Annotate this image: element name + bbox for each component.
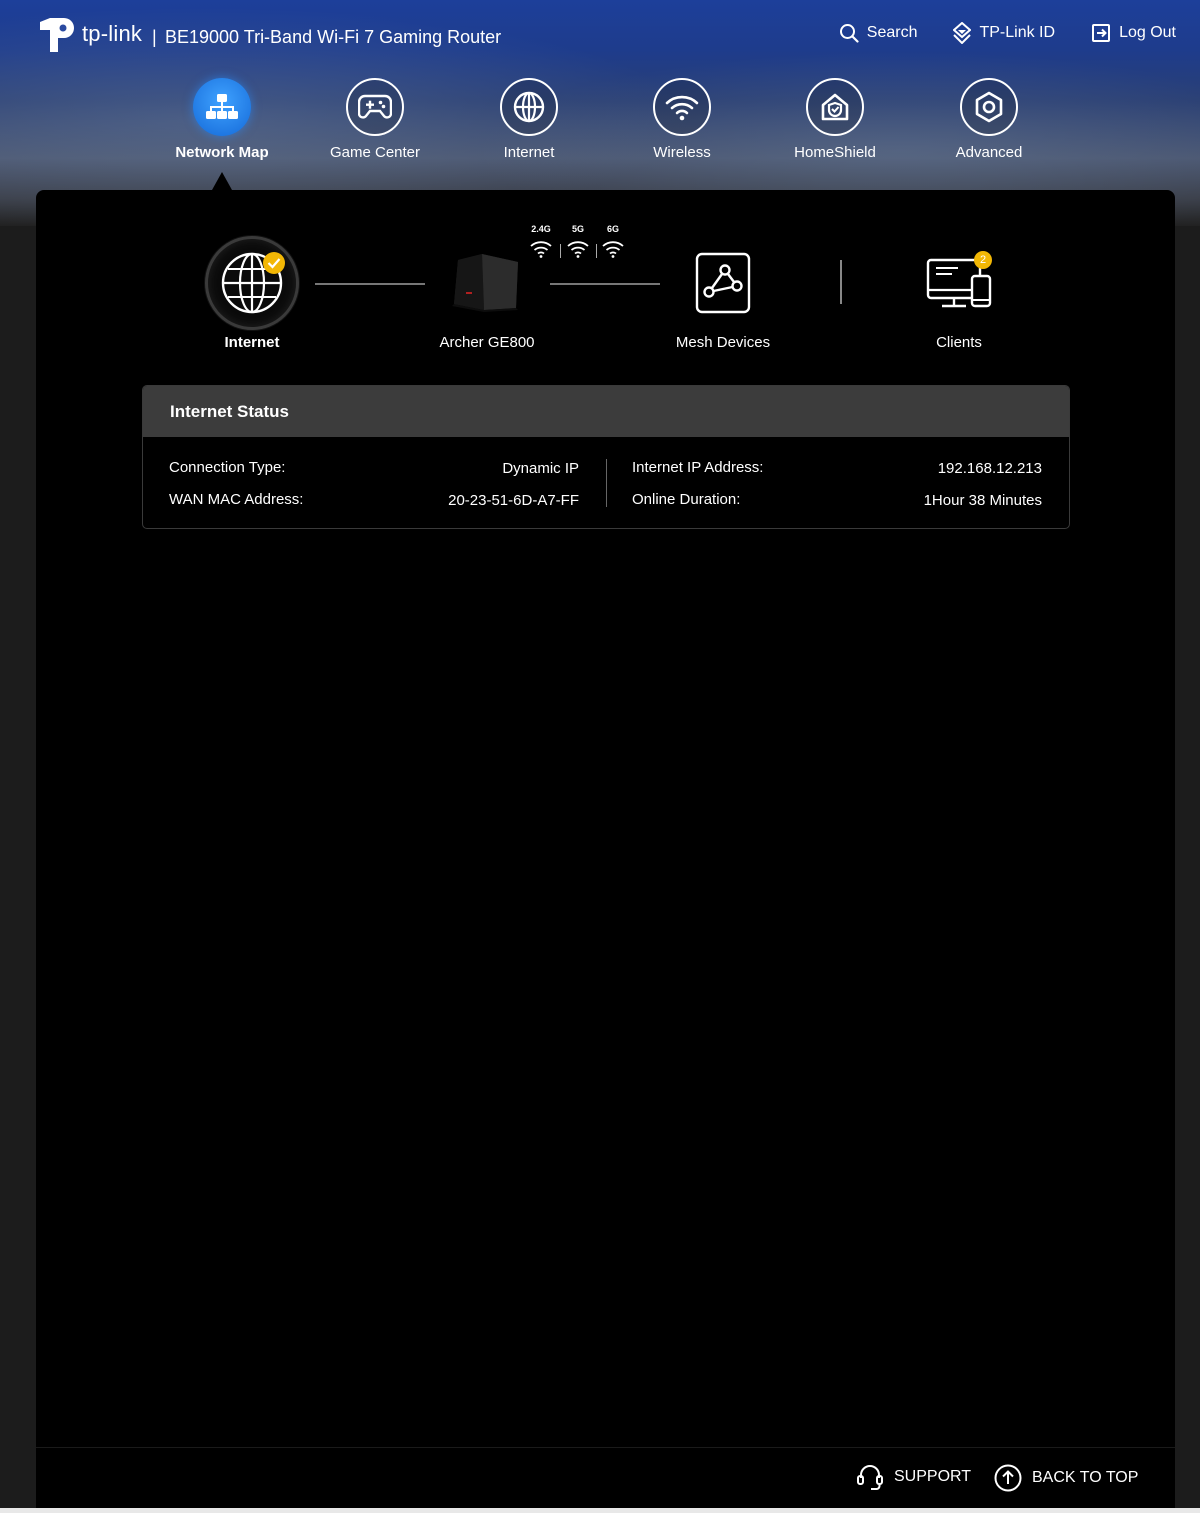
arrow-up-circle-icon xyxy=(994,1464,1022,1492)
internet-status-title: Internet Status xyxy=(143,386,1069,437)
support-label: SUPPORT xyxy=(894,1468,972,1485)
home-shield-icon xyxy=(821,93,849,121)
online-duration-label: Online Duration: xyxy=(632,491,741,508)
router-icon xyxy=(452,254,518,312)
nav-advanced-label: Advanced xyxy=(955,144,1023,161)
nav-network-map-label: Network Map xyxy=(175,144,269,161)
wan-mac-value: 20-23-51-6D-A7-FF xyxy=(448,492,579,509)
nav-internet-label: Internet xyxy=(503,144,555,161)
check-icon xyxy=(267,258,281,269)
tp-link-logo[interactable]: tp-link xyxy=(36,12,142,56)
nav-wireless[interactable]: Wireless xyxy=(617,78,747,161)
logout-button[interactable]: Log Out xyxy=(1091,22,1176,44)
nav-wireless-circle xyxy=(653,78,711,136)
window-bottom-edge xyxy=(0,1508,1200,1513)
internet-status-card: Internet Status Connection Type: Dynamic… xyxy=(142,385,1070,529)
connection-type-label: Connection Type: xyxy=(169,459,286,476)
mesh-icon xyxy=(695,252,751,314)
top-links: Search TP-Link ID Log Out xyxy=(839,22,1176,44)
internet-label: Internet xyxy=(224,334,280,351)
clients-label: Clients xyxy=(936,334,982,351)
search-label: Search xyxy=(866,24,918,41)
device-title: BE19000 Tri-Band Wi-Fi 7 Gaming Router xyxy=(165,27,502,47)
gear-icon xyxy=(975,91,1003,123)
online-duration-value: 1Hour 38 Minutes xyxy=(923,492,1042,509)
band-5g-wifi-icon xyxy=(567,241,589,258)
router-mesh-link xyxy=(550,283,660,285)
nav-advanced-circle xyxy=(960,78,1018,136)
nav-game-center-circle xyxy=(346,78,404,136)
nav-game-center-label: Game Center xyxy=(329,144,421,161)
band-5g-label: 5G xyxy=(571,224,584,234)
nav-homeshield-label: HomeShield xyxy=(794,144,876,161)
nav-wireless-label: Wireless xyxy=(653,144,711,161)
network-map-icon xyxy=(206,94,238,119)
internet-status-body: Connection Type: Dynamic IP WAN MAC Addr… xyxy=(143,437,1069,528)
band-6g-label: 6G xyxy=(606,224,619,234)
support-link[interactable]: SUPPORT xyxy=(856,1464,971,1490)
band-separator xyxy=(596,244,597,258)
back-to-top-link[interactable]: BACK TO TOP xyxy=(994,1464,1138,1492)
internet-connected-badge xyxy=(263,252,285,274)
mesh-devices-node[interactable] xyxy=(695,252,751,314)
nav-network-map[interactable]: Network Map xyxy=(157,78,287,161)
band-separator xyxy=(560,244,561,258)
status-column-divider xyxy=(606,459,607,507)
gamepad-icon xyxy=(358,94,392,119)
logout-icon xyxy=(1092,24,1111,42)
band-24g-label: 2.4G xyxy=(531,224,551,234)
network-topology: Internet Archer GE800 2.4G 5G 6G Mesh De… xyxy=(36,190,1175,370)
back-to-top-label: BACK TO TOP xyxy=(1032,1469,1139,1486)
tplink-id-icon xyxy=(953,22,972,44)
active-nav-indicator xyxy=(212,172,232,190)
router-node[interactable] xyxy=(448,252,524,312)
tplink-id-label: TP-Link ID xyxy=(979,24,1056,41)
main-panel: Internet Archer GE800 2.4G 5G 6G Mesh De… xyxy=(36,190,1175,1448)
nav-network-map-circle xyxy=(193,78,251,136)
mesh-clients-divider xyxy=(840,260,842,304)
footer: SUPPORT BACK TO TOP xyxy=(36,1448,1175,1508)
globe-icon xyxy=(513,91,545,123)
band-24g-wifi-icon xyxy=(530,241,552,258)
nav-game-center[interactable]: Game Center xyxy=(310,78,440,161)
nav-homeshield[interactable]: HomeShield xyxy=(770,78,900,161)
nav-advanced[interactable]: Advanced xyxy=(924,78,1054,161)
internet-router-link xyxy=(315,283,425,285)
search-button[interactable]: Search xyxy=(839,22,918,44)
wan-mac-label: WAN MAC Address: xyxy=(169,491,304,508)
band-6g-wifi-icon xyxy=(602,241,624,258)
connection-type-value: Dynamic IP xyxy=(502,460,579,477)
tplink-id-button[interactable]: TP-Link ID xyxy=(953,22,1055,44)
brand-name: tp-link xyxy=(82,21,143,46)
internet-ip-value: 192.168.12.213 xyxy=(937,460,1042,477)
tp-link-logo-mark xyxy=(40,18,74,52)
nav-internet[interactable]: Internet xyxy=(464,78,594,161)
headset-icon xyxy=(857,1465,883,1490)
router-label: Archer GE800 xyxy=(439,334,535,351)
internet-ip-label: Internet IP Address: xyxy=(632,459,764,476)
nav-homeshield-circle xyxy=(806,78,864,136)
mesh-devices-label: Mesh Devices xyxy=(675,334,771,351)
main-nav: Network Map Game Center Internet Wireles… xyxy=(0,78,1200,188)
nav-internet-circle xyxy=(500,78,558,136)
search-icon xyxy=(839,24,859,43)
logout-label: Log Out xyxy=(1119,24,1176,41)
wifi-icon xyxy=(665,95,699,121)
internet-node[interactable] xyxy=(205,236,299,330)
clients-count-badge: 2 xyxy=(974,251,992,269)
title-separator: | xyxy=(152,27,157,47)
